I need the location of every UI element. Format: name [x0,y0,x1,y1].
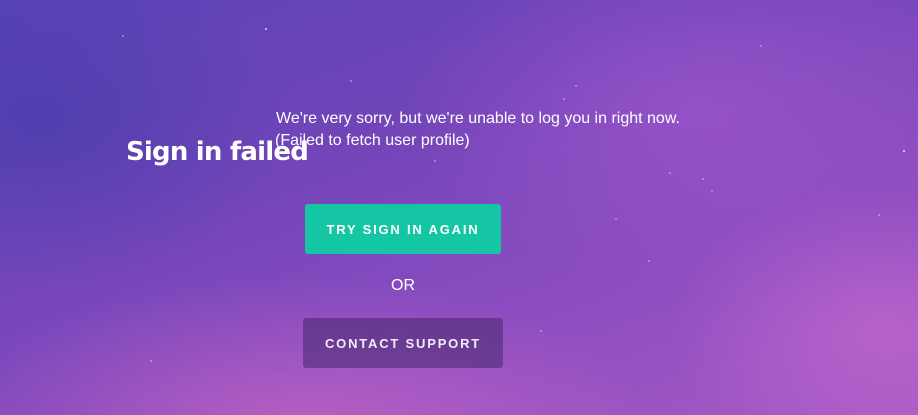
error-detail-text: (Failed to fetch user profile) [275,132,470,149]
try-sign-in-again-button[interactable]: TRY SIGN IN AGAIN [305,204,501,254]
or-separator: OR [391,277,415,294]
error-message-text: We're very sorry, but we're unable to lo… [276,110,680,127]
error-message: We're very sorry, but we're unable to lo… [275,108,706,152]
contact-support-button[interactable]: CONTACT SUPPORT [303,318,503,368]
sign-in-error-page: Sign in failed We're very sorry, but we'… [0,0,918,415]
